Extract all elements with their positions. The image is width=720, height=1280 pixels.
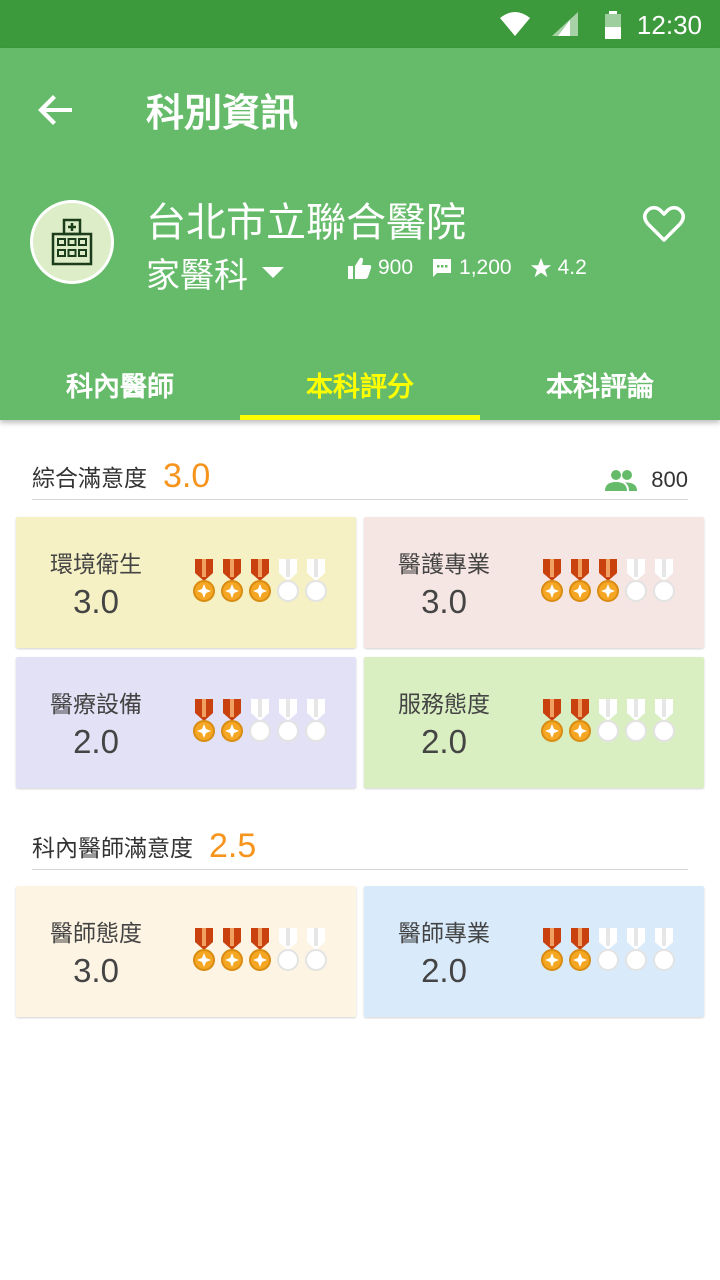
medal-filled-icon [569, 699, 591, 742]
wifi-icon [500, 12, 530, 40]
comments-stat: 1,200 [431, 256, 512, 280]
tab-label: 本科評分 [306, 371, 414, 403]
people-icon [605, 470, 638, 491]
medal-empty-icon [277, 928, 299, 971]
medal-empty-icon [597, 928, 619, 971]
card-label: 服務態度 [398, 692, 490, 718]
caret-down-icon [262, 267, 284, 278]
medal-filled-icon [221, 928, 243, 971]
medal-filled-icon [221, 559, 243, 602]
medal-filled-icon [541, 699, 563, 742]
medal-empty-icon [625, 928, 647, 971]
status-bar: 12:30 [0, 0, 720, 48]
medal-filled-icon [193, 699, 215, 742]
rating-card-nursing: 醫護專業 3.0 [364, 517, 704, 648]
card-score: 2.0 [421, 723, 467, 760]
card-label: 環境衛生 [50, 552, 142, 578]
card-score: 3.0 [73, 583, 119, 620]
status-time: 12:30 [636, 10, 702, 40]
app-header: 科別資訊 台北市立聯合醫院 家醫科 900 1,200 4.2 科內醫師 本科評… [0, 48, 720, 420]
medal-empty-icon [597, 699, 619, 742]
medal-empty-icon [625, 559, 647, 602]
section-score: 3.0 [163, 457, 211, 495]
department-selector[interactable]: 家醫科 [146, 248, 284, 297]
medal-empty-icon [653, 928, 675, 971]
medal-empty-icon [249, 699, 271, 742]
tab-ratings[interactable]: 本科評分 [240, 348, 480, 420]
hospital-building-icon [51, 218, 93, 266]
medal-empty-icon [653, 699, 675, 742]
likes-count: 900 [378, 256, 414, 279]
card-score: 3.0 [73, 952, 119, 989]
medal-rating [538, 928, 678, 974]
tab-doctors[interactable]: 科內醫師 [0, 348, 240, 420]
rating-stat: 4.2 [530, 256, 587, 280]
likes-stat: 900 [348, 256, 413, 280]
overall-section-header: 綜合滿意度 3.0 800 [32, 456, 688, 500]
medal-empty-icon [653, 559, 675, 602]
battery-icon [604, 11, 622, 43]
tab-label: 本科評論 [546, 371, 654, 403]
medal-filled-icon [221, 699, 243, 742]
department-name: 家醫科 [146, 256, 248, 296]
medal-filled-icon [193, 928, 215, 971]
rater-count: 800 [605, 467, 688, 493]
rating-card-doctor-attitude: 醫師態度 3.0 [16, 886, 356, 1017]
favorite-button[interactable] [640, 200, 688, 248]
card-label: 醫師專業 [398, 921, 490, 947]
medal-rating [538, 559, 678, 605]
section-score: 2.5 [209, 827, 257, 865]
medal-rating [190, 559, 330, 605]
medal-filled-icon [193, 559, 215, 602]
back-button[interactable] [32, 86, 80, 134]
rating-value: 4.2 [557, 256, 587, 279]
star-icon [530, 257, 551, 278]
stats-row: 900 1,200 4.2 [348, 256, 605, 280]
medal-rating [190, 699, 330, 745]
rating-card-doctor-expertise: 醫師專業 2.0 [364, 886, 704, 1017]
rater-count-value: 800 [651, 467, 688, 492]
section-title: 科內醫師滿意度 [32, 836, 193, 862]
tab-label: 科內醫師 [66, 371, 174, 403]
arrow-left-icon [38, 95, 72, 125]
comment-icon [433, 259, 452, 277]
medal-filled-icon [541, 559, 563, 602]
medal-filled-icon [569, 928, 591, 971]
heart-outline-icon [643, 206, 685, 242]
medal-rating [538, 699, 678, 745]
rating-card-equipment: 醫療設備 2.0 [16, 657, 356, 788]
doctor-section-header: 科內醫師滿意度 2.5 [32, 826, 688, 870]
section-title: 綜合滿意度 [32, 466, 147, 492]
medal-empty-icon [305, 559, 327, 602]
medal-filled-icon [249, 928, 271, 971]
medal-filled-icon [541, 928, 563, 971]
page-title: 科別資訊 [146, 91, 299, 135]
rating-card-environment: 環境衛生 3.0 [16, 517, 356, 648]
thumb-up-icon [348, 257, 372, 279]
medal-empty-icon [277, 699, 299, 742]
hospital-avatar [30, 200, 114, 284]
medal-filled-icon [569, 559, 591, 602]
tab-reviews[interactable]: 本科評論 [480, 348, 720, 420]
rating-card-service: 服務態度 2.0 [364, 657, 704, 788]
tab-bar: 科內醫師 本科評分 本科評論 [0, 348, 720, 420]
card-label: 醫療設備 [50, 692, 142, 718]
card-score: 3.0 [421, 583, 467, 620]
medal-empty-icon [305, 699, 327, 742]
medal-filled-icon [597, 559, 619, 602]
card-score: 2.0 [421, 952, 467, 989]
card-label: 醫護專業 [398, 552, 490, 578]
medal-rating [190, 928, 330, 974]
card-label: 醫師態度 [50, 921, 142, 947]
medal-filled-icon [249, 559, 271, 602]
medal-empty-icon [277, 559, 299, 602]
card-score: 2.0 [73, 723, 119, 760]
medal-empty-icon [305, 928, 327, 971]
comments-count: 1,200 [459, 256, 512, 279]
medal-empty-icon [625, 699, 647, 742]
signal-icon [552, 12, 578, 40]
hospital-name: 台北市立聯合醫院 [146, 200, 466, 246]
